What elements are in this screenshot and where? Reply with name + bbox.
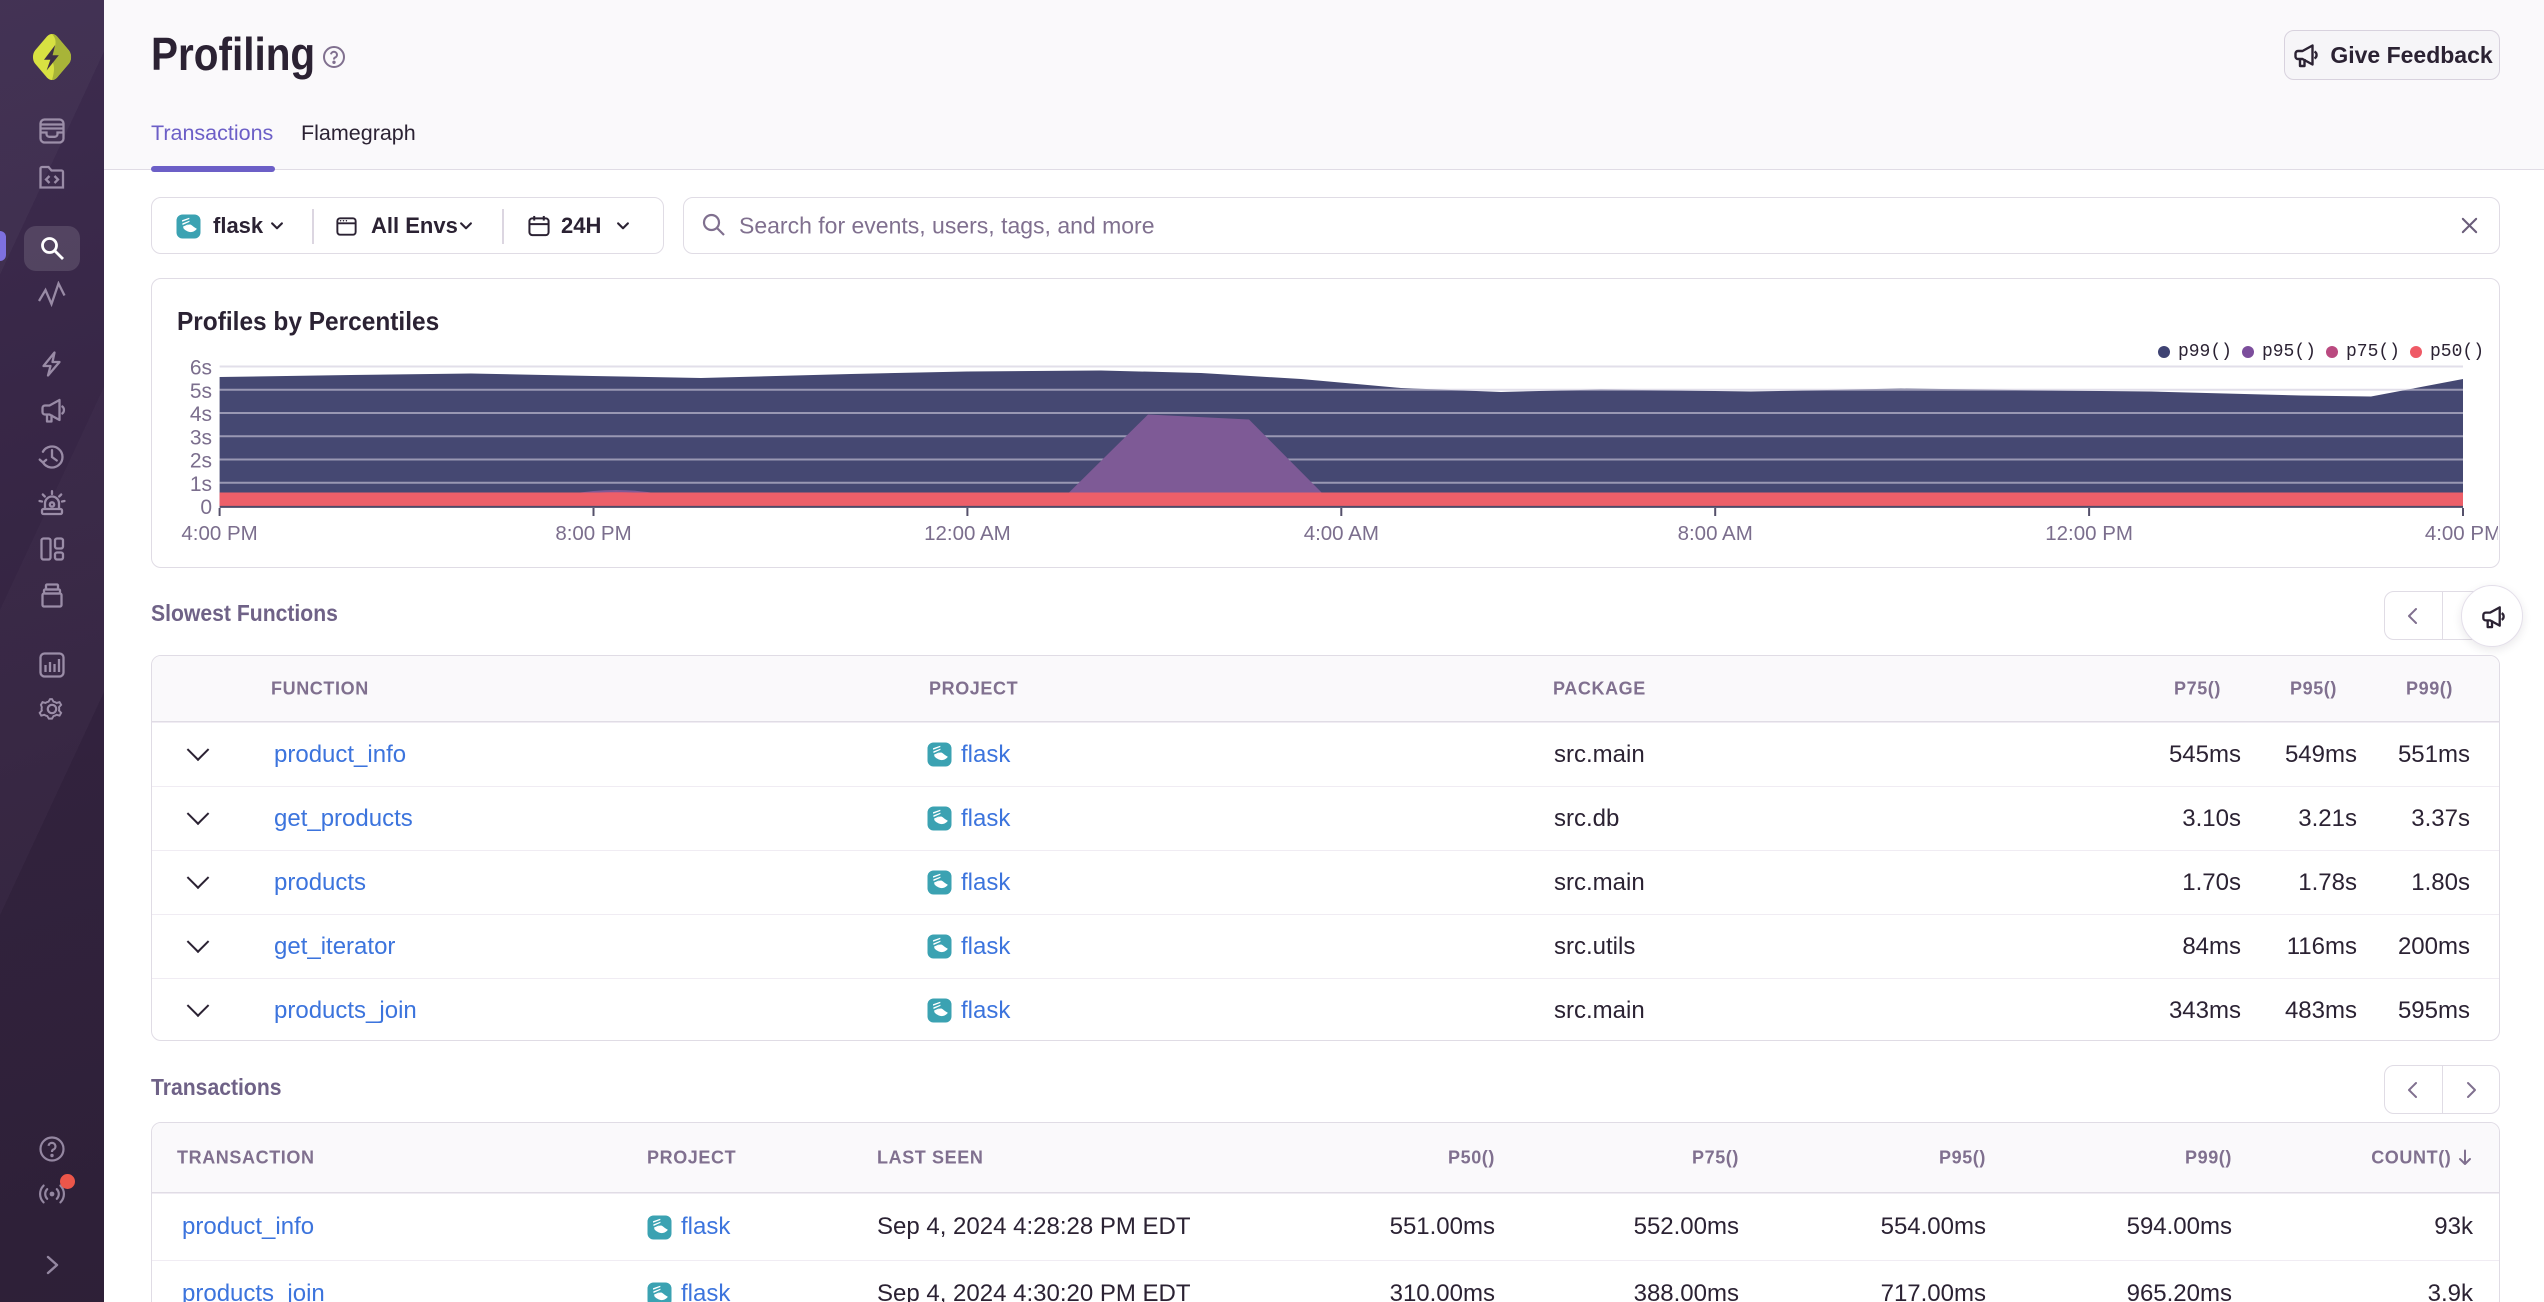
svg-text:3s: 3s xyxy=(190,426,212,449)
svg-text:8:00 AM: 8:00 AM xyxy=(1678,522,1753,545)
svg-text:4:00 PM: 4:00 PM xyxy=(2425,522,2498,545)
svg-text:0: 0 xyxy=(200,496,212,519)
svg-text:8:00 PM: 8:00 PM xyxy=(555,522,631,545)
svg-text:4:00 PM: 4:00 PM xyxy=(181,522,257,545)
svg-text:5s: 5s xyxy=(190,380,212,403)
svg-text:2s: 2s xyxy=(190,450,212,473)
svg-text:4s: 4s xyxy=(190,403,212,426)
svg-text:12:00 PM: 12:00 PM xyxy=(2045,522,2133,545)
svg-text:1s: 1s xyxy=(190,473,212,496)
svg-text:12:00 AM: 12:00 AM xyxy=(924,522,1011,545)
svg-text:4:00 AM: 4:00 AM xyxy=(1304,522,1379,545)
svg-text:6s: 6s xyxy=(190,357,212,380)
